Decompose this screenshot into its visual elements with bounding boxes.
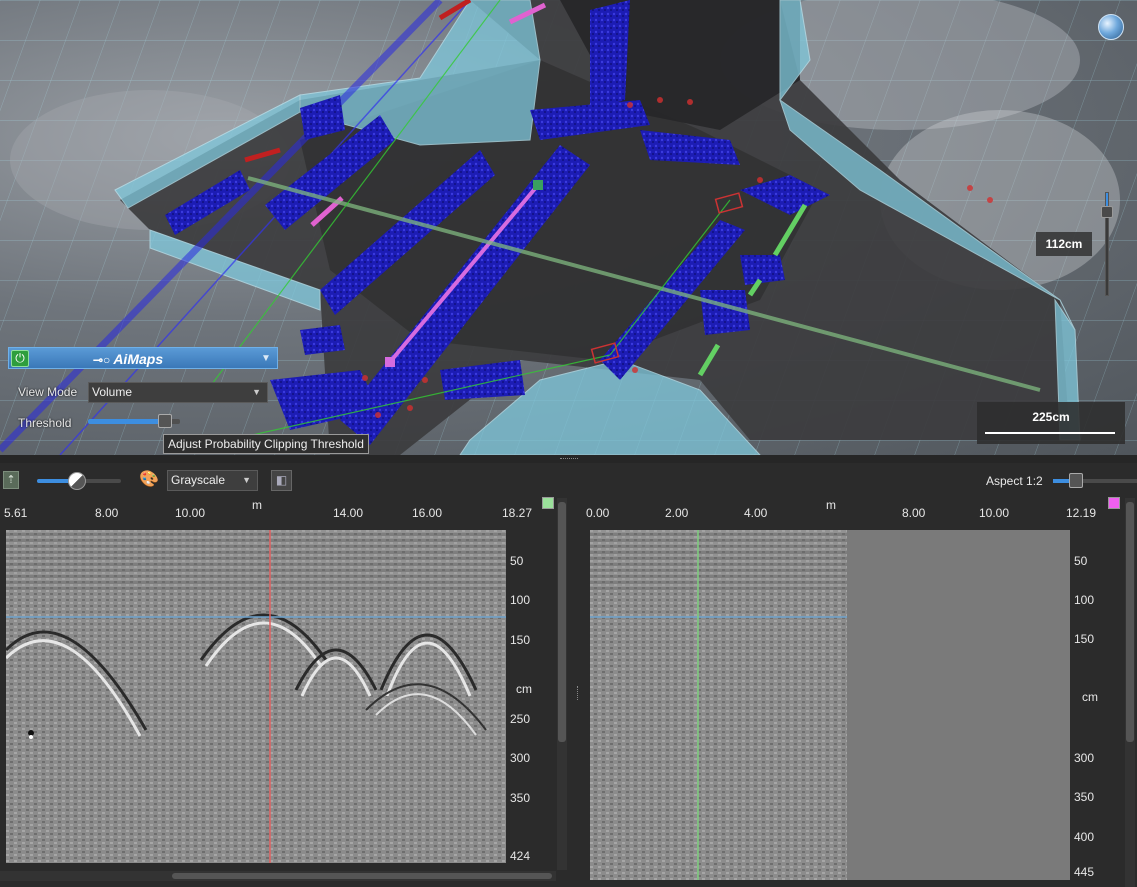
aspect-slider-handle[interactable]	[1069, 473, 1083, 488]
depth-label: 112cm	[1036, 232, 1092, 256]
view-mode-select[interactable]: Volume ▼	[88, 382, 268, 403]
cube-view-button[interactable]: ◧	[271, 470, 292, 491]
aimaps-panel: ⏻ ⊸○ AiMaps ▼ View Mode Volume ▼ Threshol…	[8, 347, 278, 437]
x-tick: 4.00	[744, 506, 768, 520]
x-tick: 0.00	[586, 506, 610, 520]
antenna-icon[interactable]: ⇡	[3, 471, 19, 489]
chevron-down-icon: ▼	[242, 475, 251, 485]
y-tick: 150	[510, 633, 531, 647]
y-tick: 100	[510, 593, 531, 607]
y-tick: 50	[510, 554, 524, 568]
y-tick: 300	[1074, 751, 1095, 765]
line-color-marker	[1108, 497, 1120, 509]
aimaps-logo-icon: ⊸○	[93, 353, 111, 367]
threshold-tooltip: Adjust Probability Clipping Threshold	[163, 434, 369, 454]
splitter-grip-icon	[577, 686, 579, 700]
y-tick: 150	[1074, 632, 1095, 646]
x-tick: 8.00	[902, 506, 926, 520]
y-tick: 100	[1074, 593, 1095, 607]
x-tick: 5.61	[4, 506, 28, 520]
y-unit: cm	[1082, 690, 1098, 704]
left-radargram[interactable]	[6, 530, 506, 863]
power-button[interactable]: ⏻	[11, 350, 29, 367]
line-color-marker	[542, 497, 554, 509]
palette-icon[interactable]: 🎨	[139, 471, 159, 489]
x-tick: 16.00	[412, 506, 443, 520]
y-tick: 424	[510, 849, 531, 863]
colormap-select[interactable]: Grayscale ▼	[167, 470, 258, 491]
x-unit: m	[252, 498, 262, 512]
x-tick: 10.00	[979, 506, 1010, 520]
scale-bar-box: 225cm	[977, 402, 1125, 444]
scale-label: 225cm	[1032, 410, 1070, 424]
view-mode-value: Volume	[92, 385, 133, 399]
y-tick: 400	[1074, 830, 1095, 844]
threshold-slider-handle[interactable]	[158, 414, 172, 428]
x-tick: 2.00	[665, 506, 689, 520]
aimaps-logo-text: AiMaps	[113, 351, 164, 367]
aspect-slider[interactable]	[1053, 479, 1137, 483]
chevron-down-icon: ▼	[252, 387, 261, 397]
y-tick: 350	[1074, 790, 1095, 804]
splitter-grip-icon	[560, 458, 578, 460]
depth-slider-handle[interactable]	[1101, 206, 1113, 218]
x-tick: 10.00	[175, 506, 206, 520]
right-vertical-scrollbar[interactable]	[1125, 498, 1135, 887]
aimaps-header: ⏻ ⊸○ AiMaps ▼	[8, 347, 278, 369]
x-tick: 14.00	[333, 506, 364, 520]
horizontal-splitter[interactable]	[0, 455, 1137, 463]
3d-viewport[interactable]: 112cm 225cm ⏻ ⊸○ AiMaps ▼ View Mode Volum…	[0, 0, 1137, 455]
y-unit: cm	[516, 682, 532, 696]
y-tick: 250	[510, 712, 531, 726]
chevron-down-icon[interactable]: ▼	[261, 353, 271, 364]
x-tick: 18.27	[502, 506, 533, 520]
left-horizontal-scrollbar[interactable]	[0, 871, 556, 881]
globe-icon[interactable]	[1098, 14, 1124, 40]
right-radargram[interactable]	[590, 530, 1070, 880]
y-tick: 445	[1074, 865, 1095, 879]
y-tick: 50	[1074, 554, 1088, 568]
scale-bar	[985, 432, 1115, 434]
pane-splitter[interactable]	[572, 498, 584, 887]
x-tick: 8.00	[95, 506, 119, 520]
aspect-label: Aspect 1:2	[986, 474, 1043, 488]
contrast-slider-handle[interactable]	[68, 472, 86, 490]
colormap-value: Grayscale	[171, 473, 226, 487]
radargram-toolbar: ⇡ 🎨 Grayscale ▼ ◧ Aspect 1:2	[0, 463, 1137, 497]
aimaps-logo: ⊸○ AiMaps	[93, 350, 163, 368]
x-unit: m	[826, 498, 836, 512]
y-tick: 300	[510, 751, 531, 765]
view-mode-label: View Mode	[18, 385, 78, 399]
y-tick: 350	[510, 791, 531, 805]
x-tick: 12.19	[1066, 506, 1097, 520]
threshold-fill	[88, 419, 162, 424]
left-vertical-scrollbar[interactable]	[557, 498, 567, 870]
threshold-label: Threshold	[18, 416, 72, 430]
